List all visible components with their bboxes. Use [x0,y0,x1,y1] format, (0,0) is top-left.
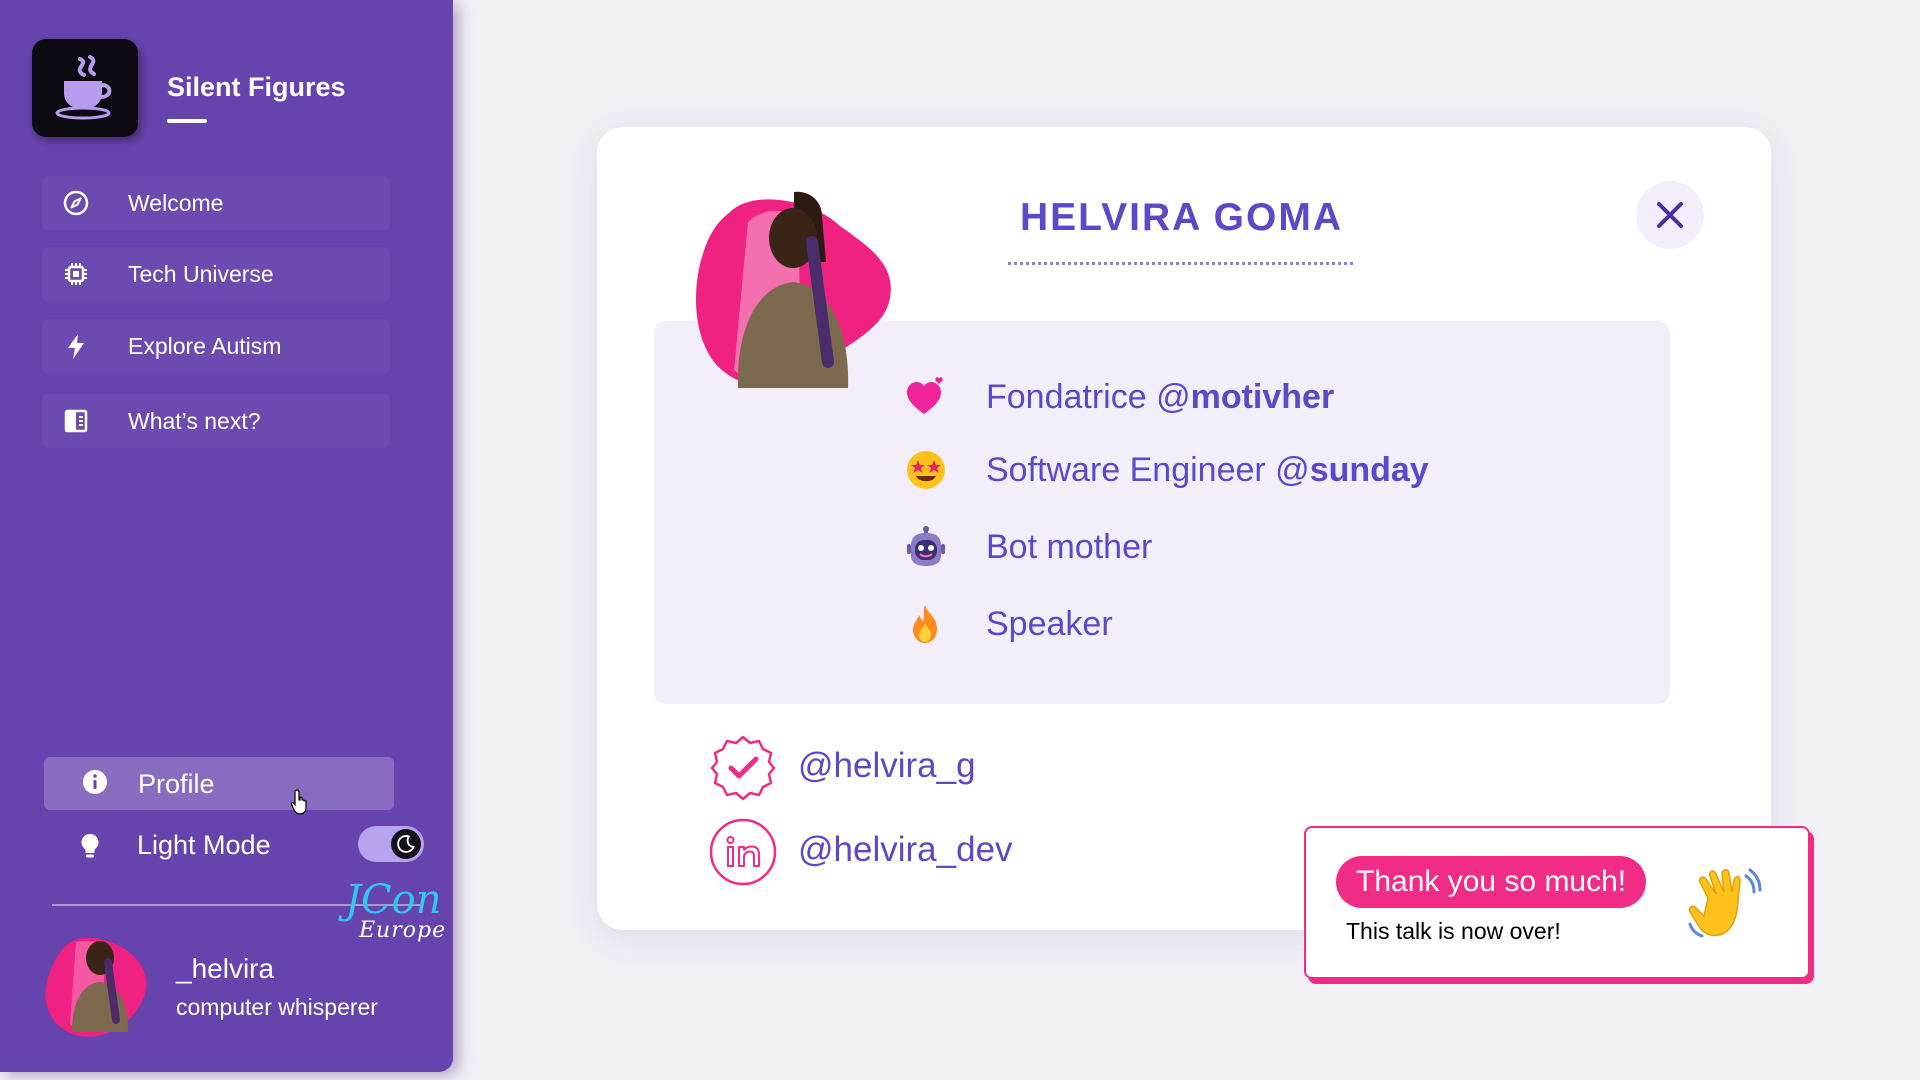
toast-notification: Thank you so much! This talk is now over… [1304,826,1810,979]
social-link-linkedin[interactable]: @helvira_dev [709,818,1013,886]
info-icon [83,770,107,794]
brand-title: Silent Figures [167,72,346,102]
sidebar: Silent Figures Welcome Tech Universe Exp… [0,0,453,1072]
fire-emoji [913,605,937,643]
bolt-icon [62,332,90,360]
toast-title: Thank you so much! [1336,856,1647,908]
star-struck-emoji [907,451,945,489]
sidebar-item-welcome[interactable]: Welcome [42,176,390,230]
close-button[interactable] [1636,181,1704,249]
waving-hand-emoji [1688,868,1762,938]
compass-icon [62,189,90,217]
heart-emoji [907,377,943,414]
role-text: Speaker [986,605,1113,643]
toast-message: This talk is now over! [1346,918,1561,944]
sidebar-item-label: Welcome [128,189,224,216]
role-text: Bot mother [986,528,1153,566]
sidebar-item-label: What’s next? [128,407,261,434]
close-icon [1657,202,1683,228]
role-text: Software Engineer @ [986,451,1310,489]
app-logo[interactable] [32,39,138,137]
user-role: computer whisperer [176,994,378,1020]
chip-icon [62,260,90,288]
jcon-europe-logo: JCon Europe [345,877,447,943]
robot-emoji [907,526,945,566]
user-name: _helvira [176,953,275,984]
role-handle[interactable]: sunday [1310,451,1429,489]
sidebar-item-label: Tech Universe [128,260,274,287]
light-mode-label: Light Mode [137,830,271,860]
teacup-icon [55,55,112,120]
sidebar-item-label: Explore Autism [128,332,282,359]
brand-underline [167,119,207,123]
sidebar-item-whats-next[interactable]: What’s next? [42,394,390,448]
social-handle[interactable]: @helvira_g [798,746,976,786]
moon-icon [391,829,421,859]
panels-icon [62,407,90,435]
bulb-icon [81,834,99,858]
avatar[interactable] [42,928,157,1046]
sidebar-item-label: Profile [138,769,215,799]
profile-name: HELVIRA GOMA [1020,196,1343,239]
profile-photo [695,191,891,388]
theme-toggle[interactable] [358,826,424,862]
social-link-verified[interactable]: @helvira_g [709,734,976,802]
sidebar-item-profile[interactable]: Profile [44,757,394,810]
linkedin-icon [709,818,777,886]
social-handle[interactable]: @helvira_dev [798,830,1013,870]
sidebar-item-explore-autism[interactable]: Explore Autism [42,319,390,373]
sidebar-item-tech-universe[interactable]: Tech Universe [42,247,390,301]
verified-badge-icon [710,735,776,801]
role-text: Fondatrice @ [986,378,1191,416]
hand-cursor-icon [290,789,307,815]
role-handle[interactable]: motivher [1191,378,1335,416]
light-mode-row: Light Mode [44,822,424,868]
name-underline [1008,262,1353,265]
